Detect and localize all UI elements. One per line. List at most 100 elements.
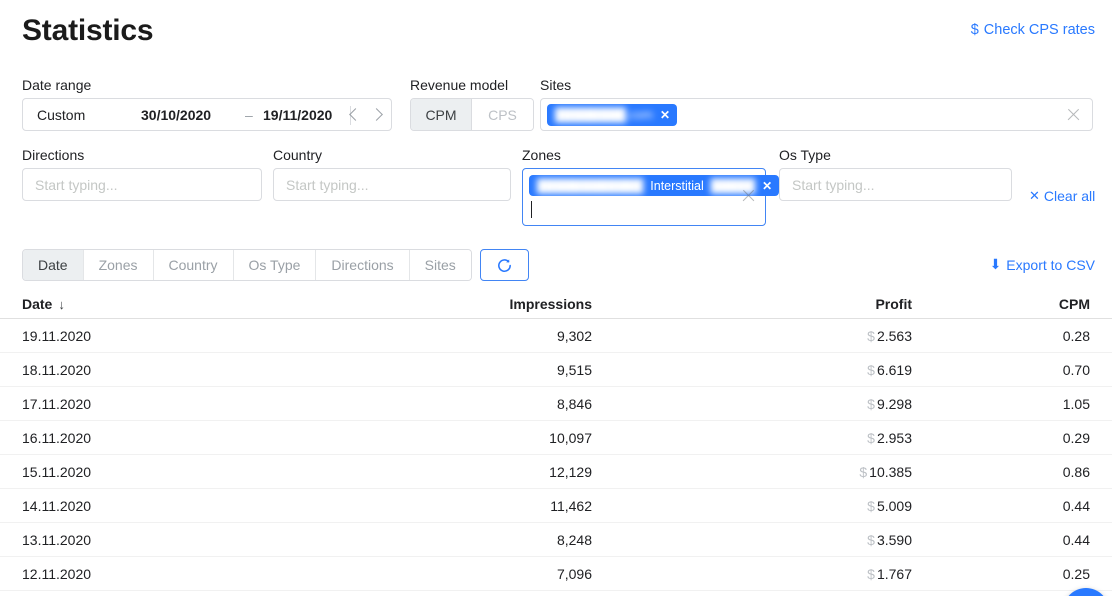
zones-multiselect[interactable]: ████████████ Interstitial █████ ✕ [522, 168, 766, 226]
date-range-label: Date range [22, 77, 91, 93]
revenue-model-cpm-button[interactable]: CPM [411, 99, 472, 130]
date-range-to: 19/11/2020 [263, 107, 332, 123]
tab-directions[interactable]: Directions [316, 250, 409, 280]
cell-profit-value: 10.385 [869, 464, 912, 480]
x-icon[interactable]: ✕ [762, 179, 772, 193]
table-header-row: Date ↓ Impressions Profit CPM [0, 290, 1112, 319]
zones-chip-prefix: ████████████ [537, 179, 643, 193]
tab-sites[interactable]: Sites [410, 250, 471, 280]
cell-cpm: 0.44 [912, 498, 1090, 514]
cell-impressions: 11,462 [322, 498, 592, 514]
table-row[interactable]: 13.11.20208,248 $3.5900.44 [0, 523, 1112, 557]
cell-date: 16.11.2020 [22, 430, 322, 446]
currency-symbol: $ [867, 430, 875, 446]
table-row[interactable]: 19.11.20209,302$2.5630.28 [0, 319, 1112, 353]
sites-chip[interactable]: ████████.com ✕ [547, 104, 677, 126]
cell-date: 12.11.2020 [22, 566, 322, 582]
column-header-cpm[interactable]: CPM [912, 296, 1090, 312]
currency-symbol: $ [867, 396, 875, 412]
refresh-button[interactable] [480, 249, 529, 281]
column-header-impressions[interactable]: Impressions [322, 296, 592, 312]
cell-profit: $6.619 [592, 362, 912, 378]
check-cps-rates-link[interactable]: $ Check CPS rates [971, 22, 1095, 38]
dollar-icon: $ [971, 22, 979, 38]
revenue-model-toggle: CPM CPS [410, 98, 534, 131]
os-type-label: Os Type [779, 147, 831, 163]
table-row[interactable]: 12.11.20207,096$1.7670.25 [0, 557, 1112, 591]
export-to-csv-button[interactable]: ⬇ Export to CSV [990, 256, 1095, 273]
table-row[interactable]: 15.11.202012,129$10.3850.86 [0, 455, 1112, 489]
page-header: Statistics $ Check CPS rates [0, 0, 1112, 62]
table-body: 19.11.20209,302$2.5630.2818.11.20209,515… [0, 319, 1112, 591]
revenue-model-cps-button[interactable]: CPS [472, 99, 533, 130]
os-type-input[interactable]: Start typing... [779, 168, 1012, 201]
cell-cpm: 0.70 [912, 362, 1090, 378]
currency-symbol: $ [859, 464, 867, 480]
tab-date[interactable]: Date [23, 250, 84, 280]
column-header-date-label: Date [22, 296, 52, 312]
date-range-picker[interactable]: Custom 30/10/2020 – 19/11/2020 [22, 98, 392, 131]
revenue-model-label: Revenue model [410, 77, 508, 93]
cell-date: 15.11.2020 [22, 464, 322, 480]
currency-symbol: $ [867, 362, 875, 378]
cell-profit-value: 9.298 [877, 396, 912, 412]
cell-profit-value: 2.953 [877, 430, 912, 446]
directions-input[interactable]: Start typing... [22, 168, 262, 201]
country-input[interactable]: Start typing... [273, 168, 511, 201]
date-range-nav [351, 110, 381, 119]
cell-profit: $2.953 [592, 430, 912, 446]
country-label: Country [273, 147, 322, 163]
tab-country[interactable]: Country [154, 250, 234, 280]
cell-impressions: 7,096 [322, 566, 592, 582]
cell-profit: $9.298 [592, 396, 912, 412]
country-placeholder: Start typing... [274, 177, 368, 193]
table-row[interactable]: 16.11.202010,097$2.9530.29 [0, 421, 1112, 455]
chevron-right-icon[interactable] [370, 108, 383, 121]
date-range-from: 30/10/2020 [141, 107, 211, 123]
cell-cpm: 0.44 [912, 532, 1090, 548]
cell-impressions: 9,302 [322, 328, 592, 344]
cell-profit-value: 2.563 [877, 328, 912, 344]
sites-multiselect[interactable]: ████████.com ✕ [540, 98, 1093, 131]
check-cps-rates-label: Check CPS rates [984, 22, 1095, 38]
zones-chip-label: Interstitial [650, 179, 704, 193]
clear-all-button[interactable]: ✕ Clear all [1029, 188, 1095, 204]
sites-chip-label: ████████.com [555, 108, 653, 122]
sort-descending-icon: ↓ [58, 297, 65, 312]
table-row[interactable]: 14.11.202011,462$5.0090.44 [0, 489, 1112, 523]
statistics-page: Statistics $ Check CPS rates Date range … [0, 0, 1112, 596]
date-range-dash: – [245, 107, 253, 123]
statistics-table: Date ↓ Impressions Profit CPM 19.11.2020… [0, 290, 1112, 591]
sites-clear-icon[interactable] [1066, 107, 1081, 122]
cell-impressions: 9,515 [322, 362, 592, 378]
column-header-date[interactable]: Date ↓ [22, 296, 322, 312]
cell-date: 13.11.2020 [22, 532, 322, 548]
zones-text-cursor [531, 201, 532, 218]
refresh-icon [496, 257, 513, 274]
cell-cpm: 0.86 [912, 464, 1090, 480]
tab-os-type[interactable]: Os Type [234, 250, 317, 280]
tab-zones[interactable]: Zones [84, 250, 154, 280]
x-icon: ✕ [1029, 188, 1040, 204]
zones-clear-icon[interactable] [741, 188, 756, 203]
cell-profit-value: 3.590 [877, 532, 912, 548]
cell-profit: $10.385 [592, 464, 912, 480]
sites-label: Sites [540, 77, 571, 93]
table-row[interactable]: 18.11.20209,515$6.6190.70 [0, 353, 1112, 387]
directions-placeholder: Start typing... [23, 177, 117, 193]
currency-symbol: $ [867, 566, 875, 582]
cell-cpm: 0.29 [912, 430, 1090, 446]
x-icon[interactable]: ✕ [660, 108, 670, 122]
cell-cpm: 1.05 [912, 396, 1090, 412]
os-type-placeholder: Start typing... [780, 177, 874, 193]
chevron-left-icon[interactable] [349, 108, 362, 121]
currency-symbol: $ [867, 532, 875, 548]
table-row[interactable]: 17.11.20208,846$9.2981.05 [0, 387, 1112, 421]
column-header-profit[interactable]: Profit [592, 296, 912, 312]
group-by-tabs: Date Zones Country Os Type Directions Si… [22, 249, 472, 281]
cell-impressions: 8,248 [322, 532, 592, 548]
cell-date: 17.11.2020 [22, 396, 322, 412]
download-icon: ⬇ [990, 256, 1002, 273]
directions-label: Directions [22, 147, 84, 163]
cell-impressions: 10,097 [322, 430, 592, 446]
